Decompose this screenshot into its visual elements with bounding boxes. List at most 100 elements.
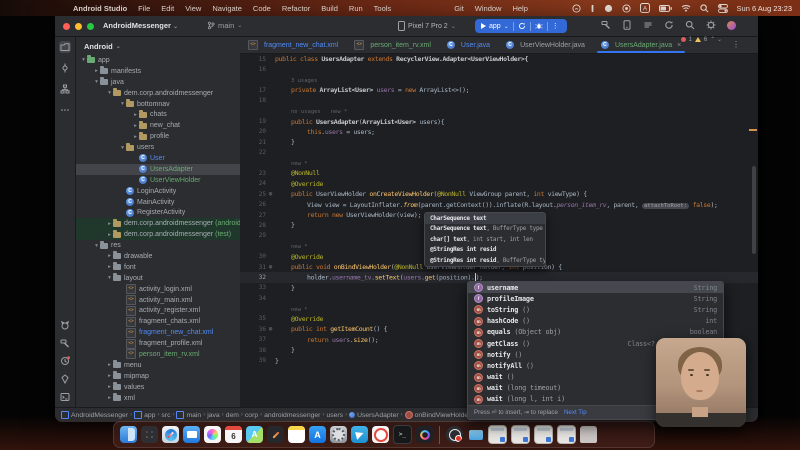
more-tool-icon[interactable] [59,104,71,116]
menu-tools[interactable]: Tools [374,4,392,13]
tree-item-person_item_rv.xml[interactable]: <> person_item_rv.xml [76,349,240,360]
git-branch-selector[interactable]: main ⌄ [207,21,242,30]
tab-fragment_new_chat.xml[interactable]: <> fragment_new_chat.xml [240,37,346,53]
expand-arrow-icon[interactable]: ▸ [132,112,139,118]
next-tip-link[interactable]: Next Tip [564,409,587,416]
tab-UserViewHolder.java[interactable]: C UserViewHolder.java [498,37,593,53]
tree-item-drawable[interactable]: ▸ drawable [76,251,240,262]
tree-item-font[interactable]: ▸ font [76,262,240,273]
completion-item-hashCode[interactable]: m hashCode() int [468,316,723,327]
tree-item-fragment_chats.xml[interactable]: <> fragment_chats.xml [76,316,240,327]
menu-file[interactable]: File [138,4,150,13]
expand-arrow-icon[interactable]: ▸ [106,373,113,379]
tree-item-mainactivity[interactable]: C MainActivity [76,197,240,208]
completion-item-username[interactable]: f username String [468,282,723,294]
expand-arrow-icon[interactable]: ▸ [132,123,139,129]
run-button[interactable] [481,23,486,29]
dock-window-20[interactable] [534,425,553,444]
device-selector[interactable]: Pixel 7 Pro 2 ⌄ [398,21,456,31]
keyboard-brightness-icon[interactable] [590,4,595,13]
dock-photos[interactable] [204,426,221,443]
settings-gear-icon[interactable] [706,20,716,30]
expand-arrow-icon[interactable]: ▸ [106,395,113,401]
tree-item-usersadapter[interactable]: C UsersAdapter [76,163,240,175]
tree-item-fragment_profile.xml[interactable]: <> fragment_profile.xml [76,338,240,349]
tree-item-menu[interactable]: ▸ menu [76,360,240,371]
wifi-icon[interactable] [681,4,691,12]
shazam-icon[interactable] [571,3,581,13]
override-method-gutter-icon[interactable]: ◎ [266,191,275,197]
prev-next-problem-chevrons[interactable]: ⌃ ⌄ [710,36,722,43]
expand-arrow-icon[interactable]: ▸ [106,362,113,368]
dock-mail[interactable] [183,426,200,443]
run-config-label[interactable]: app [489,23,501,30]
dock-launchpad[interactable] [141,426,158,443]
tree-item-users[interactable]: ▾ users [76,142,240,153]
project-view-selector[interactable]: Android ⌄ [76,37,240,55]
gradle-sync-icon[interactable] [664,20,674,30]
rerun-icon[interactable] [518,22,526,30]
tree-item-userviewholder[interactable]: C UserViewHolder [76,175,240,186]
menu-android-studio[interactable]: Android Studio [73,4,127,13]
tab-User.java[interactable]: C User.java [439,37,498,53]
dock-freeform[interactable] [267,426,284,443]
completion-item-equals[interactable]: m equals (Object obj) boolean [468,327,723,338]
expand-arrow-icon[interactable]: ▸ [106,232,113,238]
dock-terminal[interactable]: >_ [393,425,412,444]
logcat-tool-icon[interactable] [59,319,71,331]
tree-item-dem.corp.androidmessenger[interactable]: ▸ dem.corp.androidmessenger (test) [76,229,240,241]
dock-finder[interactable] [120,426,137,443]
tab-options-kebab-icon[interactable]: ⋮ [732,40,740,49]
dock-appstore[interactable]: A [309,426,326,443]
debug-icon[interactable] [535,22,543,30]
expand-arrow-icon[interactable]: ▸ [106,221,113,227]
minimize-window-button[interactable] [75,23,82,30]
tree-item-fragment_new_chat.xml[interactable]: <> fragment_new_chat.xml [76,327,240,338]
tree-item-mipmap[interactable]: ▸ mipmap [76,371,240,382]
tree-item-user[interactable]: C User [76,153,240,164]
do-not-disturb-icon[interactable] [604,4,613,13]
device-manager-icon[interactable] [622,20,632,30]
dock-music[interactable] [372,426,389,443]
menu-refactor[interactable]: Refactor [282,4,310,13]
run-more-kebab-icon[interactable]: ⋮ [552,22,560,30]
menu-run[interactable]: Run [349,4,363,13]
tree-item-dem.corp.androidmessenger[interactable]: ▾ dem.corp.androidmessenger [76,88,240,99]
tab-person_item_rv.xml[interactable]: <> person_item_rv.xml [346,37,439,53]
run-config-chevron[interactable]: ⌄ [504,23,509,30]
tree-item-activity_login.xml[interactable]: <> activity_login.xml [76,284,240,295]
dock-settings[interactable] [330,426,347,443]
editor-scrollbar[interactable] [752,166,756,254]
control-center-icon[interactable] [717,3,728,13]
tree-item-dem.corp.androidmessenger[interactable]: ▸ dem.corp.androidmessenger (androidTest) [76,218,240,230]
dock-android-studio[interactable] [416,426,433,443]
expand-arrow-icon[interactable]: ▸ [132,134,139,140]
menu-bar-clock[interactable]: Sun 6 Aug 23:23 [737,4,792,13]
dock-notes[interactable] [288,426,305,443]
collapse-arrow-icon[interactable]: ▾ [119,101,126,107]
menu-window[interactable]: Window [475,4,502,13]
input-source-icon[interactable]: A [639,3,650,13]
close-window-button[interactable] [63,23,70,30]
expand-arrow-icon[interactable]: ▸ [106,384,113,390]
menu-code[interactable]: Code [253,4,271,13]
completion-item-profileImage[interactable]: f profileImage String [468,293,723,304]
tree-item-values[interactable]: ▸ values [76,382,240,393]
dock-maps[interactable]: A [246,426,263,443]
collapse-arrow-icon[interactable]: ▾ [106,275,113,281]
commit-tool-icon[interactable] [59,62,71,74]
menu-navigate[interactable]: Navigate [212,4,242,13]
search-everywhere-icon[interactable] [685,20,695,30]
dock-safari[interactable] [162,426,179,443]
project-tool-icon[interactable] [59,41,71,53]
build-tool-icon[interactable] [59,337,71,349]
terminal-tool-icon[interactable] [59,391,71,403]
structure-tool-icon[interactable] [59,83,71,95]
tree-item-bottomnav[interactable]: ▾ bottomnav [76,99,240,110]
menu-git[interactable]: Git [454,4,464,13]
collapse-arrow-icon[interactable]: ▾ [93,243,100,249]
tree-item-registeractivity[interactable]: C RegisterActivity [76,207,240,218]
screen-recording-icon[interactable] [621,3,631,13]
expand-arrow-icon[interactable]: ▸ [106,264,113,270]
logcat-icon[interactable] [643,20,653,30]
